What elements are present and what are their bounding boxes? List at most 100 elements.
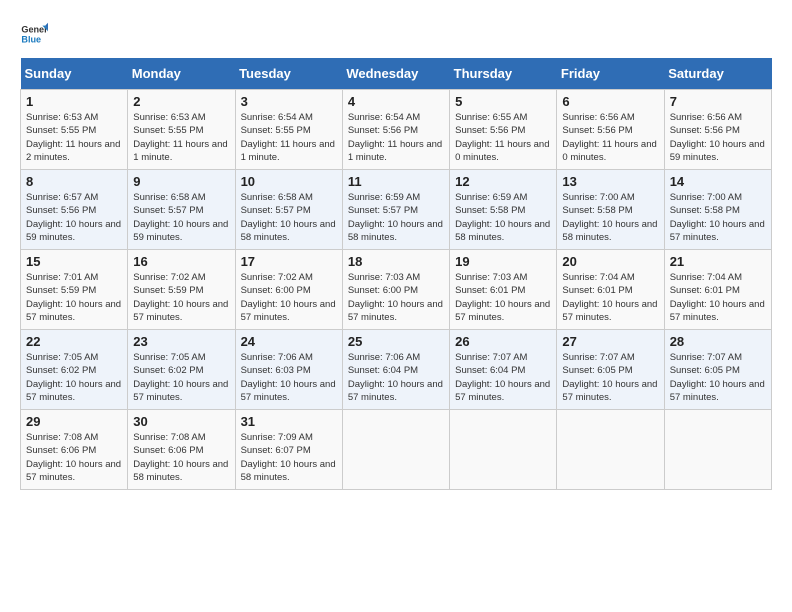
calendar-week-row: 1 Sunrise: 6:53 AM Sunset: 5:55 PM Dayli… [21, 90, 772, 170]
calendar-day-cell: 11 Sunrise: 6:59 AM Sunset: 5:57 PM Dayl… [342, 170, 449, 250]
day-number: 3 [241, 94, 337, 109]
day-info: Sunrise: 6:53 AM Sunset: 5:55 PM Dayligh… [26, 111, 122, 164]
day-number: 1 [26, 94, 122, 109]
day-of-week-header: Sunday [21, 58, 128, 90]
day-number: 9 [133, 174, 229, 189]
day-info: Sunrise: 7:04 AM Sunset: 6:01 PM Dayligh… [562, 271, 658, 324]
calendar-day-cell: 7 Sunrise: 6:56 AM Sunset: 5:56 PM Dayli… [664, 90, 771, 170]
day-info: Sunrise: 6:53 AM Sunset: 5:55 PM Dayligh… [133, 111, 229, 164]
day-number: 28 [670, 334, 766, 349]
day-number: 17 [241, 254, 337, 269]
day-info: Sunrise: 7:02 AM Sunset: 6:00 PM Dayligh… [241, 271, 337, 324]
day-number: 23 [133, 334, 229, 349]
day-number: 22 [26, 334, 122, 349]
day-info: Sunrise: 7:07 AM Sunset: 6:05 PM Dayligh… [562, 351, 658, 404]
day-info: Sunrise: 7:08 AM Sunset: 6:06 PM Dayligh… [26, 431, 122, 484]
page-header: General Blue [20, 20, 772, 48]
calendar-day-cell [450, 410, 557, 490]
day-info: Sunrise: 7:00 AM Sunset: 5:58 PM Dayligh… [562, 191, 658, 244]
calendar-day-cell: 18 Sunrise: 7:03 AM Sunset: 6:00 PM Dayl… [342, 250, 449, 330]
day-info: Sunrise: 7:01 AM Sunset: 5:59 PM Dayligh… [26, 271, 122, 324]
day-info: Sunrise: 7:07 AM Sunset: 6:05 PM Dayligh… [670, 351, 766, 404]
day-number: 8 [26, 174, 122, 189]
day-info: Sunrise: 7:00 AM Sunset: 5:58 PM Dayligh… [670, 191, 766, 244]
day-info: Sunrise: 7:03 AM Sunset: 6:00 PM Dayligh… [348, 271, 444, 324]
day-number: 30 [133, 414, 229, 429]
day-number: 31 [241, 414, 337, 429]
day-info: Sunrise: 7:07 AM Sunset: 6:04 PM Dayligh… [455, 351, 551, 404]
day-info: Sunrise: 7:06 AM Sunset: 6:04 PM Dayligh… [348, 351, 444, 404]
day-info: Sunrise: 7:03 AM Sunset: 6:01 PM Dayligh… [455, 271, 551, 324]
calendar-week-row: 15 Sunrise: 7:01 AM Sunset: 5:59 PM Dayl… [21, 250, 772, 330]
day-number: 12 [455, 174, 551, 189]
calendar-day-cell: 17 Sunrise: 7:02 AM Sunset: 6:00 PM Dayl… [235, 250, 342, 330]
day-number: 25 [348, 334, 444, 349]
day-info: Sunrise: 7:04 AM Sunset: 6:01 PM Dayligh… [670, 271, 766, 324]
calendar-day-cell: 23 Sunrise: 7:05 AM Sunset: 6:02 PM Dayl… [128, 330, 235, 410]
calendar-day-cell: 9 Sunrise: 6:58 AM Sunset: 5:57 PM Dayli… [128, 170, 235, 250]
day-info: Sunrise: 6:58 AM Sunset: 5:57 PM Dayligh… [241, 191, 337, 244]
day-number: 21 [670, 254, 766, 269]
day-info: Sunrise: 6:56 AM Sunset: 5:56 PM Dayligh… [562, 111, 658, 164]
day-of-week-header: Thursday [450, 58, 557, 90]
day-info: Sunrise: 7:02 AM Sunset: 5:59 PM Dayligh… [133, 271, 229, 324]
calendar-day-cell: 12 Sunrise: 6:59 AM Sunset: 5:58 PM Dayl… [450, 170, 557, 250]
day-number: 13 [562, 174, 658, 189]
calendar-day-cell: 29 Sunrise: 7:08 AM Sunset: 6:06 PM Dayl… [21, 410, 128, 490]
day-number: 18 [348, 254, 444, 269]
calendar-day-cell: 1 Sunrise: 6:53 AM Sunset: 5:55 PM Dayli… [21, 90, 128, 170]
day-info: Sunrise: 7:06 AM Sunset: 6:03 PM Dayligh… [241, 351, 337, 404]
day-info: Sunrise: 7:08 AM Sunset: 6:06 PM Dayligh… [133, 431, 229, 484]
calendar-day-cell: 21 Sunrise: 7:04 AM Sunset: 6:01 PM Dayl… [664, 250, 771, 330]
calendar-day-cell: 3 Sunrise: 6:54 AM Sunset: 5:55 PM Dayli… [235, 90, 342, 170]
calendar-day-cell: 28 Sunrise: 7:07 AM Sunset: 6:05 PM Dayl… [664, 330, 771, 410]
day-of-week-header: Friday [557, 58, 664, 90]
calendar-day-cell: 27 Sunrise: 7:07 AM Sunset: 6:05 PM Dayl… [557, 330, 664, 410]
day-info: Sunrise: 6:54 AM Sunset: 5:55 PM Dayligh… [241, 111, 337, 164]
day-number: 29 [26, 414, 122, 429]
logo: General Blue [20, 20, 52, 48]
day-number: 16 [133, 254, 229, 269]
day-info: Sunrise: 7:05 AM Sunset: 6:02 PM Dayligh… [133, 351, 229, 404]
calendar-day-cell: 24 Sunrise: 7:06 AM Sunset: 6:03 PM Dayl… [235, 330, 342, 410]
day-info: Sunrise: 6:55 AM Sunset: 5:56 PM Dayligh… [455, 111, 551, 164]
day-number: 7 [670, 94, 766, 109]
calendar-day-cell: 22 Sunrise: 7:05 AM Sunset: 6:02 PM Dayl… [21, 330, 128, 410]
day-number: 14 [670, 174, 766, 189]
calendar-week-row: 22 Sunrise: 7:05 AM Sunset: 6:02 PM Dayl… [21, 330, 772, 410]
day-info: Sunrise: 7:09 AM Sunset: 6:07 PM Dayligh… [241, 431, 337, 484]
day-number: 26 [455, 334, 551, 349]
day-info: Sunrise: 6:59 AM Sunset: 5:57 PM Dayligh… [348, 191, 444, 244]
calendar-day-cell: 6 Sunrise: 6:56 AM Sunset: 5:56 PM Dayli… [557, 90, 664, 170]
svg-text:Blue: Blue [21, 34, 41, 44]
day-info: Sunrise: 6:54 AM Sunset: 5:56 PM Dayligh… [348, 111, 444, 164]
calendar-day-cell [342, 410, 449, 490]
calendar-header-row: SundayMondayTuesdayWednesdayThursdayFrid… [21, 58, 772, 90]
calendar-day-cell: 5 Sunrise: 6:55 AM Sunset: 5:56 PM Dayli… [450, 90, 557, 170]
day-number: 24 [241, 334, 337, 349]
day-number: 10 [241, 174, 337, 189]
calendar-day-cell: 4 Sunrise: 6:54 AM Sunset: 5:56 PM Dayli… [342, 90, 449, 170]
calendar-day-cell: 10 Sunrise: 6:58 AM Sunset: 5:57 PM Dayl… [235, 170, 342, 250]
calendar-day-cell: 15 Sunrise: 7:01 AM Sunset: 5:59 PM Dayl… [21, 250, 128, 330]
day-number: 15 [26, 254, 122, 269]
day-info: Sunrise: 6:58 AM Sunset: 5:57 PM Dayligh… [133, 191, 229, 244]
day-number: 5 [455, 94, 551, 109]
calendar-table: SundayMondayTuesdayWednesdayThursdayFrid… [20, 58, 772, 490]
calendar-day-cell: 31 Sunrise: 7:09 AM Sunset: 6:07 PM Dayl… [235, 410, 342, 490]
day-number: 2 [133, 94, 229, 109]
day-info: Sunrise: 6:57 AM Sunset: 5:56 PM Dayligh… [26, 191, 122, 244]
calendar-day-cell: 20 Sunrise: 7:04 AM Sunset: 6:01 PM Dayl… [557, 250, 664, 330]
day-number: 20 [562, 254, 658, 269]
logo-icon: General Blue [20, 20, 48, 48]
calendar-day-cell: 30 Sunrise: 7:08 AM Sunset: 6:06 PM Dayl… [128, 410, 235, 490]
calendar-day-cell: 16 Sunrise: 7:02 AM Sunset: 5:59 PM Dayl… [128, 250, 235, 330]
calendar-day-cell: 8 Sunrise: 6:57 AM Sunset: 5:56 PM Dayli… [21, 170, 128, 250]
calendar-week-row: 8 Sunrise: 6:57 AM Sunset: 5:56 PM Dayli… [21, 170, 772, 250]
calendar-day-cell: 25 Sunrise: 7:06 AM Sunset: 6:04 PM Dayl… [342, 330, 449, 410]
day-info: Sunrise: 6:56 AM Sunset: 5:56 PM Dayligh… [670, 111, 766, 164]
day-of-week-header: Tuesday [235, 58, 342, 90]
day-of-week-header: Saturday [664, 58, 771, 90]
day-info: Sunrise: 6:59 AM Sunset: 5:58 PM Dayligh… [455, 191, 551, 244]
calendar-day-cell: 19 Sunrise: 7:03 AM Sunset: 6:01 PM Dayl… [450, 250, 557, 330]
